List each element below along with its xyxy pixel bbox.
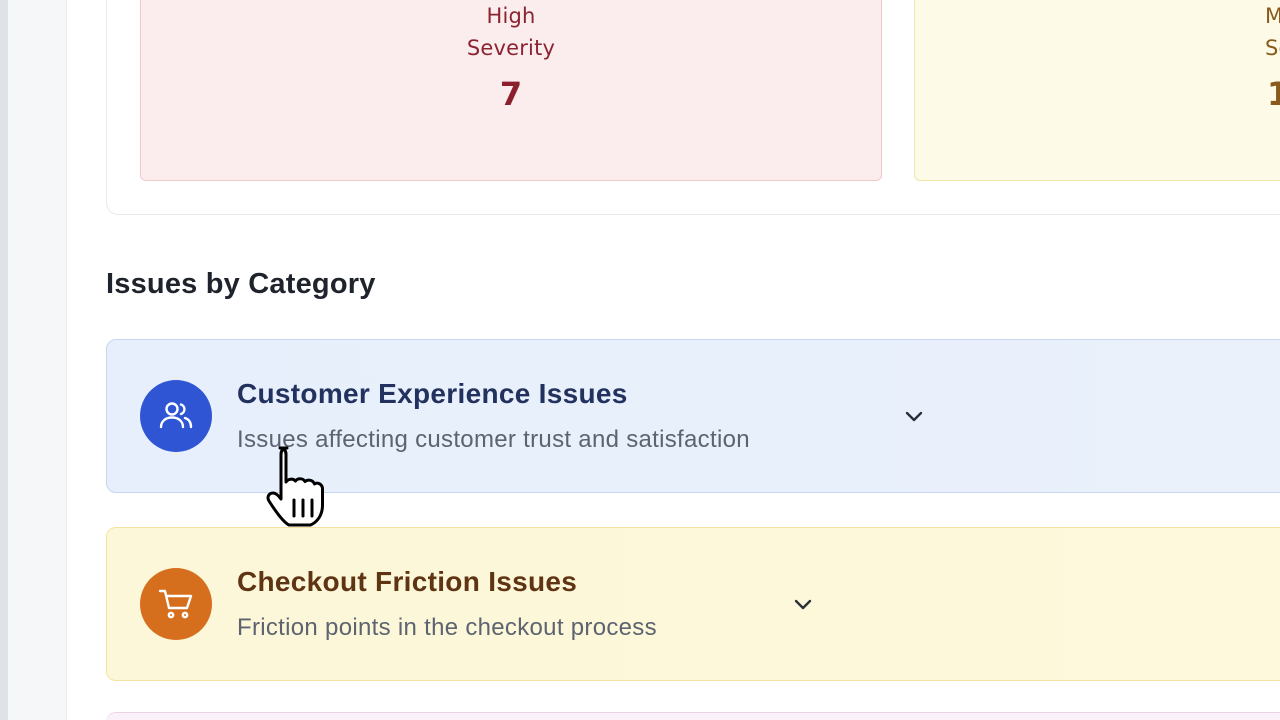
medium-severity-label: Med Sev [1265,0,1280,64]
section-title: Issues by Category [106,268,376,300]
medium-severity-count: 1 [1267,75,1280,113]
users-icon [140,380,212,452]
page: High Severity 7 Med Sev 1 Issues by Cate… [0,0,1280,720]
high-severity-label: High Severity [141,0,881,64]
high-severity-label-line2: Severity [466,36,556,60]
medium-severity-tile[interactable]: Med Sev 1 [914,0,1280,181]
category-description: Issues affecting customer trust and sati… [237,426,750,453]
chevron-down-icon[interactable] [792,596,814,614]
category-title: Checkout Friction Issues [237,566,578,597]
medium-severity-label-line1: Med [1265,4,1280,28]
high-severity-tile[interactable]: High Severity 7 [140,0,882,181]
shopping-cart-icon [140,568,212,640]
medium-severity-label-line2: Sev [1265,36,1280,60]
category-card-checkout-friction[interactable]: Checkout Friction Issues Friction points… [106,527,1280,681]
high-severity-count: 7 [499,75,523,113]
category-description: Friction points in the checkout process [237,614,657,641]
category-card-customer-experience[interactable]: Customer Experience Issues Issues affect… [106,339,1280,493]
category-card-next-partial[interactable] [106,712,1280,720]
left-sidebar-rail [0,0,67,720]
category-title: Customer Experience Issues [237,378,628,409]
chevron-down-icon[interactable] [903,408,925,426]
high-severity-label-line1: High [486,4,536,28]
